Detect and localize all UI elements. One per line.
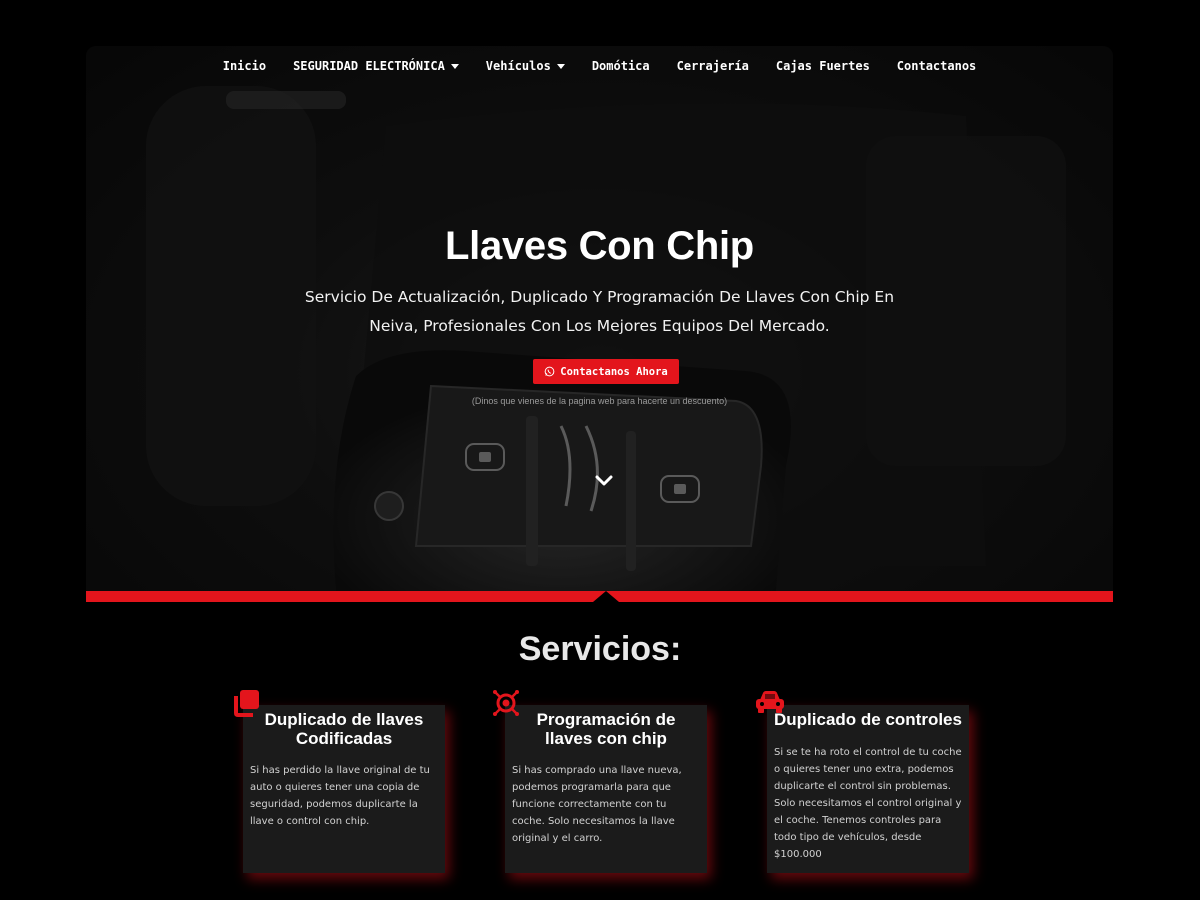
- chip-icon: [493, 690, 519, 716]
- service-card-duplicado-controles: Duplicado de controles Si se te ha roto …: [767, 705, 969, 873]
- service-card-title: Duplicado de controles: [774, 710, 962, 729]
- nav-item-domotica[interactable]: Domótica: [578, 59, 663, 73]
- service-card-text: Si se te ha roto el control de tu coche …: [774, 747, 962, 860]
- service-card-text: Si has comprado una llave nueva, podemos…: [512, 765, 682, 844]
- discount-note: (Dinos que vienes de la pagina web para …: [471, 396, 728, 406]
- nav-item-vehiculos[interactable]: Vehículos: [472, 59, 578, 73]
- service-card-duplicado-llaves: Duplicado de llaves Codificadas Si has p…: [243, 705, 445, 873]
- service-card-text: Si has perdido la llave original de tu a…: [250, 765, 430, 827]
- nav-item-cerrajeria[interactable]: Cerrajería: [663, 59, 762, 73]
- service-card-programacion: Programación de llaves con chip Si has c…: [505, 705, 707, 873]
- contact-now-label: Contactanos Ahora: [560, 365, 668, 378]
- nav-item-cajas-fuertes[interactable]: Cajas Fuertes: [762, 59, 883, 73]
- contact-now-button[interactable]: Contactanos Ahora: [533, 359, 679, 384]
- divider-notch: [593, 591, 619, 602]
- hero-section: Inicio SEGURIDAD ELECTRÓNICA Vehículos D…: [86, 46, 1113, 591]
- nav-item-contactanos[interactable]: Contactanos: [883, 59, 989, 73]
- caret-down-icon: [450, 63, 459, 69]
- service-card-title: Programación de llaves con chip: [536, 710, 676, 748]
- service-card-title: Duplicado de llaves Codificadas: [264, 710, 424, 748]
- services-title: Servicios:: [518, 630, 682, 668]
- copy-icon: [234, 690, 259, 717]
- nav-item-seguridad-electronica[interactable]: SEGURIDAD ELECTRÓNICA: [280, 59, 473, 73]
- car-icon: [756, 691, 784, 713]
- nav-item-inicio[interactable]: Inicio: [209, 59, 279, 73]
- main-nav: Inicio SEGURIDAD ELECTRÓNICA Vehículos D…: [86, 46, 1113, 86]
- hero-subtitle: Servicio De Actualización, Duplicado Y P…: [304, 288, 895, 335]
- whatsapp-icon: [544, 366, 555, 377]
- caret-down-icon: [556, 63, 565, 69]
- hero-title: Llaves Con Chip: [445, 224, 754, 268]
- chevron-down-icon[interactable]: [594, 474, 614, 488]
